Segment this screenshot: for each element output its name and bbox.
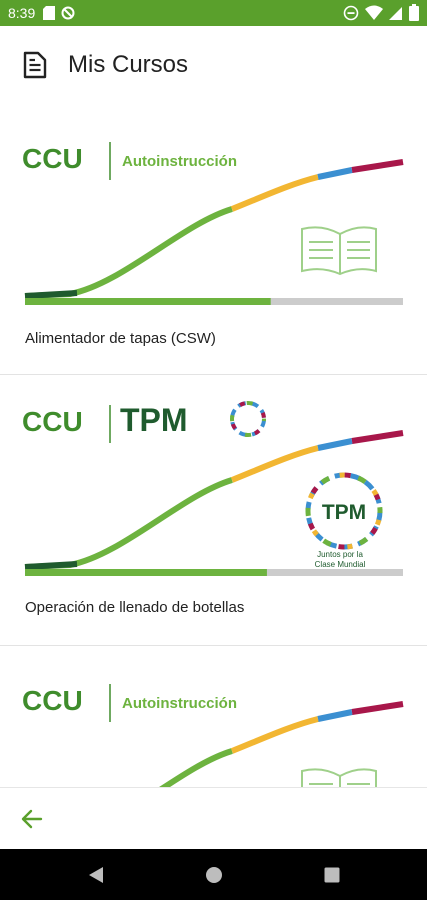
triangle-back-icon [88, 866, 103, 883]
square-recents-icon [324, 867, 339, 882]
course-tag: Autoinstrucción [122, 153, 237, 170]
app-bar: Mis Cursos [0, 26, 427, 104]
course-title: Alimentador de tapas (CSW) [25, 330, 216, 347]
bottom-bar [0, 787, 427, 850]
dnd-icon [343, 5, 359, 20]
status-bar: 8:39 [0, 0, 427, 26]
page-title: Mis Cursos [68, 51, 189, 78]
wifi-icon [365, 5, 383, 20]
system-nav-bar [0, 849, 427, 900]
course-list[interactable]: CCU Autoinstrucción Alimentador de tapas… [0, 104, 427, 787]
course-card[interactable]: CCU Autoinstrucción Alimentador de tapas… [0, 104, 427, 375]
back-button[interactable] [18, 805, 46, 833]
circle-home-icon [205, 866, 222, 883]
badge-caption-line1: Juntos por la [317, 550, 363, 559]
course-title: Operación de llenado de botellas [25, 599, 245, 616]
arrow-back-icon [21, 809, 43, 829]
course-banner: CCU Autoinstrucción [22, 666, 405, 787]
brand-logo-text: CCU [22, 685, 83, 716]
brand-logo-text: CCU [22, 406, 83, 437]
tpm-badge-icon: TPM [305, 472, 383, 550]
data-saver-icon [61, 6, 75, 20]
battery-icon [409, 4, 419, 21]
progress-fill [25, 298, 271, 305]
progress-fill [25, 569, 267, 576]
sd-card-icon [43, 6, 56, 20]
course-card[interactable]: CCU Autoinstrucción [0, 646, 427, 787]
course-tag: Autoinstrucción [122, 695, 237, 712]
nav-recents-button[interactable] [319, 862, 345, 888]
nav-home-button[interactable] [201, 862, 227, 888]
document-icon [23, 51, 47, 79]
course-banner: CCU TPM TPM Juntos por la Clase Mundial [22, 395, 405, 583]
svg-text:TPM: TPM [322, 501, 366, 524]
course-card[interactable]: CCU TPM TPM Juntos por la Clase Mundial [0, 375, 427, 646]
status-time: 8:39 [8, 5, 36, 21]
signal-icon [389, 6, 402, 20]
brand-logo-text: CCU [22, 143, 83, 174]
course-tag: TPM [120, 402, 188, 438]
badge-caption-line2: Clase Mundial [315, 560, 366, 569]
course-banner: CCU Autoinstrucción [22, 124, 405, 312]
nav-back-button[interactable] [83, 862, 109, 888]
